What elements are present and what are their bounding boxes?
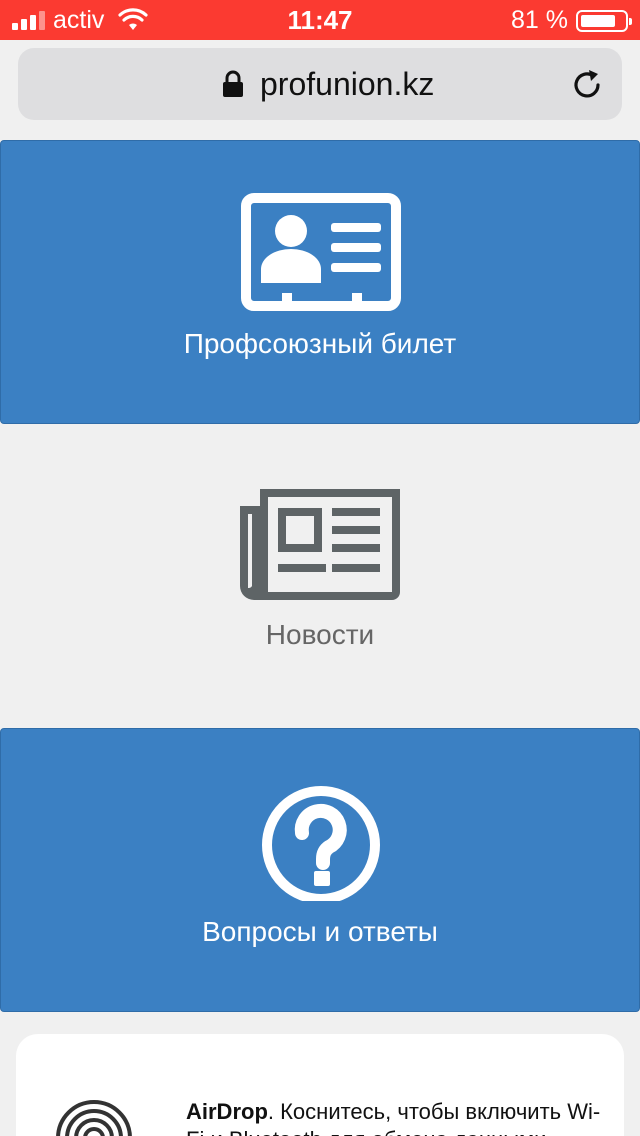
menu-tile-union-card[interactable]: Профсоюзный билет: [0, 140, 640, 424]
browser-toolbar: profunion.kz: [0, 40, 640, 128]
lock-icon: [223, 70, 243, 97]
menu-tile-faq[interactable]: Вопросы и ответы: [0, 728, 640, 1012]
id-card-icon: [241, 193, 401, 311]
question-circle-icon: [262, 786, 380, 901]
newspaper-icon: [240, 489, 400, 600]
address-bar[interactable]: profunion.kz: [18, 48, 622, 120]
menu-tile-label: Новости: [265, 619, 375, 650]
battery-icon: [576, 10, 632, 32]
airdrop-icon: [56, 1100, 132, 1136]
battery-percent: 81 %: [511, 6, 568, 34]
menu-tile-label: Профсоюзный билет: [183, 328, 457, 359]
airdrop-title: AirDrop: [186, 1099, 268, 1124]
reload-icon[interactable]: [570, 68, 604, 102]
url-text: profunion.kz: [260, 66, 435, 102]
status-bar: activ 11:47 81 %: [0, 0, 640, 40]
menu-tile-label: Вопросы и ответы: [202, 916, 438, 947]
airdrop-panel[interactable]: AirDrop. Коснитесь, чтобы включить Wi-Fi…: [16, 1034, 624, 1136]
airdrop-description: AirDrop. Коснитесь, чтобы включить Wi-Fi…: [186, 1098, 616, 1136]
menu-tile-news[interactable]: Новости: [0, 432, 640, 716]
